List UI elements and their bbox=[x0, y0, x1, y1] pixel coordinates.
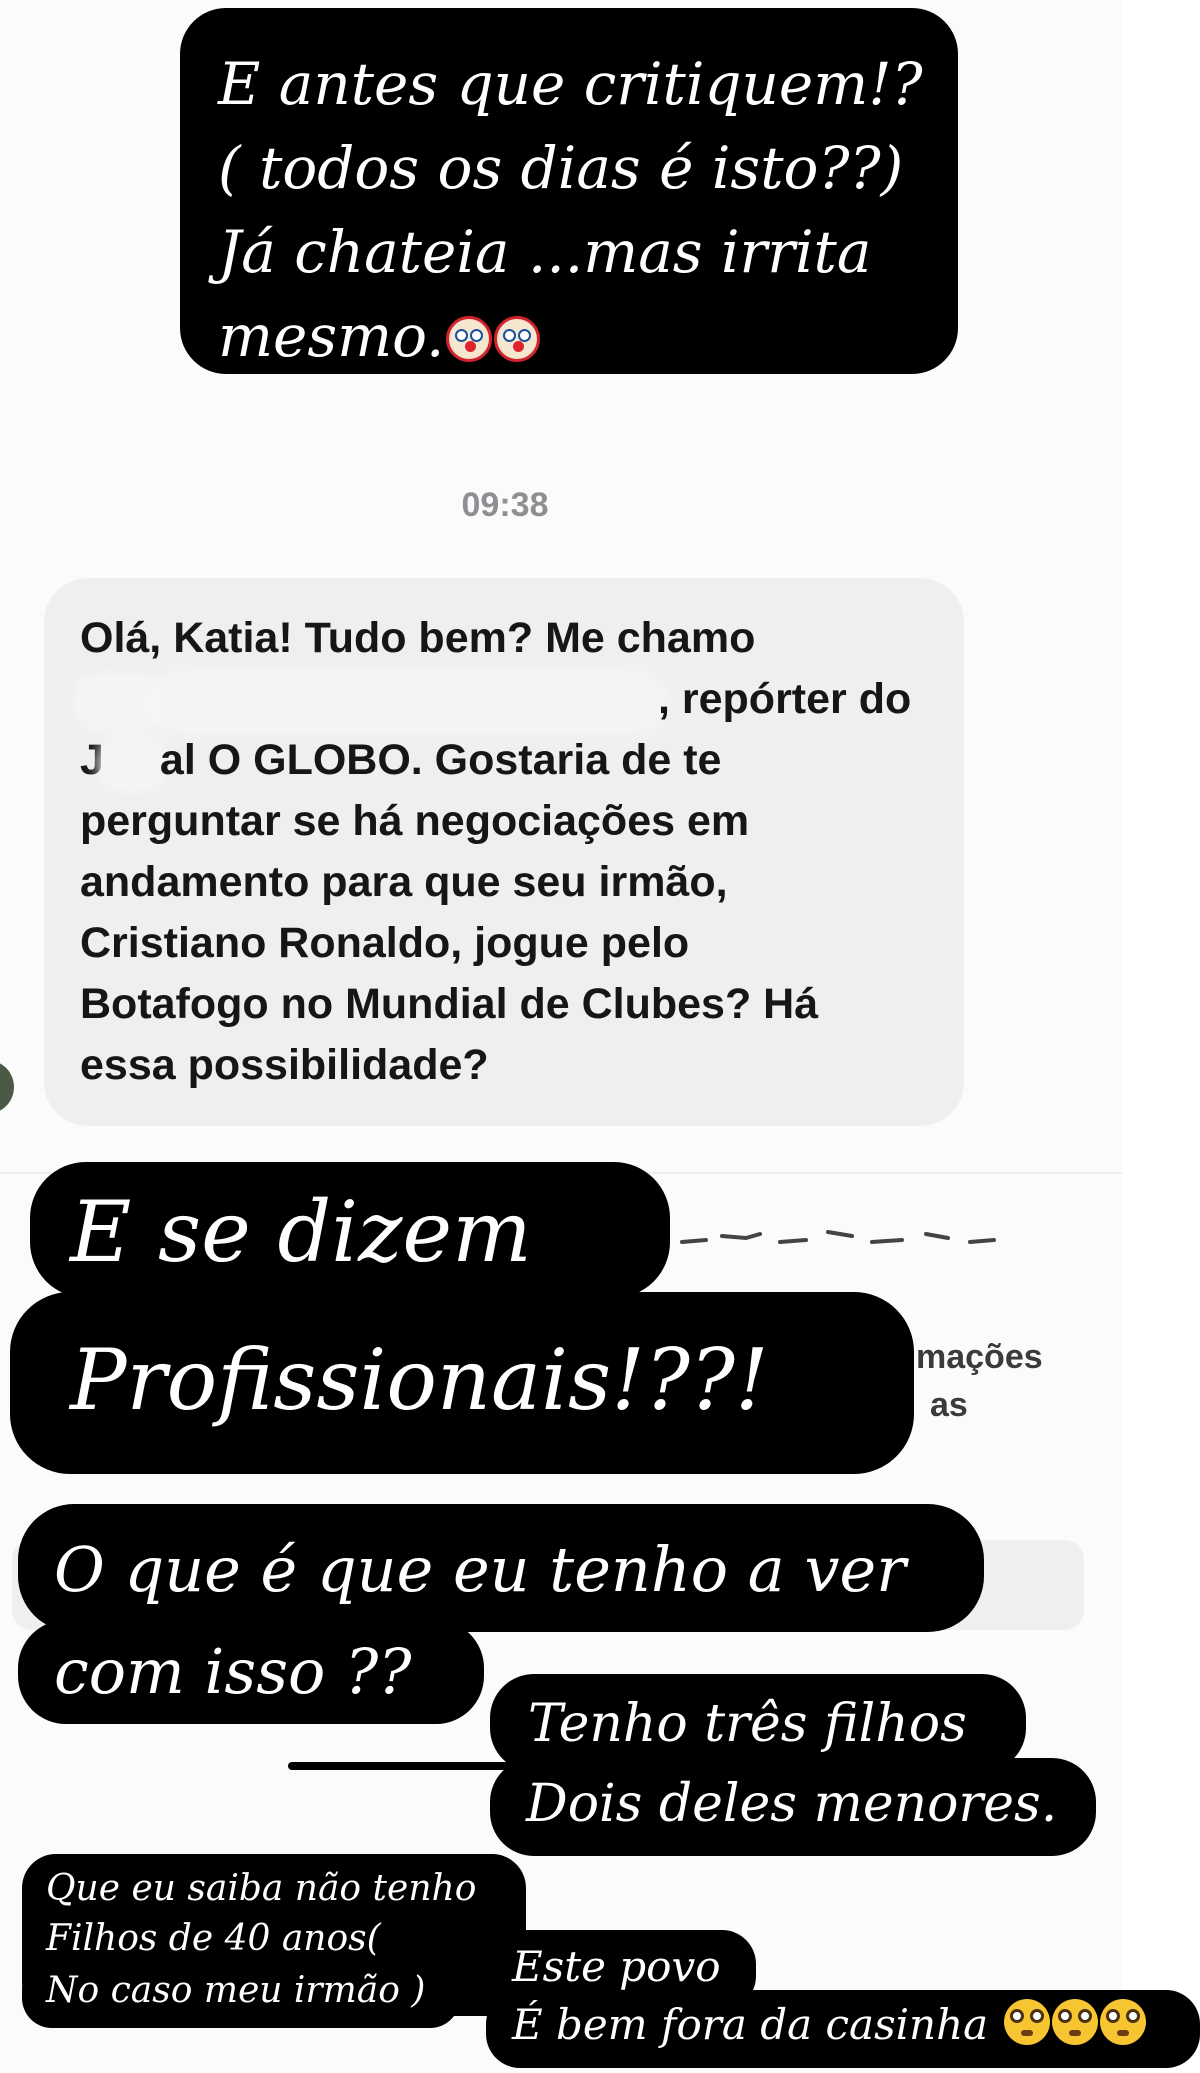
text-overlay-note: É bem fora da casinha bbox=[486, 1990, 1200, 2068]
note-line: E se dizem bbox=[70, 1183, 532, 1281]
note-line: com isso ?? bbox=[54, 1635, 412, 1708]
note-line: Já chateia ...mas irrita bbox=[218, 218, 872, 286]
flushed-face-icon bbox=[1099, 1999, 1146, 2045]
redaction-mark bbox=[158, 678, 658, 725]
clown-face-icon bbox=[494, 316, 541, 362]
story-screenshot: 09:38 Olá, Katia! Tudo bem? Me chamo , r… bbox=[0, 0, 1200, 2073]
note-line: E antes que critiquem!? bbox=[218, 50, 923, 118]
note-line: No caso meu irmão ) bbox=[46, 1970, 426, 2011]
message-timestamp: 09:38 bbox=[461, 486, 549, 524]
redacted-name-scribble bbox=[680, 1230, 996, 1244]
text-overlay-note: Dois deles menores. bbox=[490, 1758, 1096, 1856]
clown-face-icon bbox=[446, 316, 493, 362]
message-line: , repórter do bbox=[658, 675, 912, 723]
note-line: O que é que eu tenho a ver bbox=[54, 1533, 906, 1606]
note-line: Filhos de 40 anos( bbox=[46, 1918, 381, 1959]
message-line: Cristiano Ronaldo, jogue pelo bbox=[80, 919, 690, 967]
note-line: Tenho três filhos bbox=[528, 1694, 967, 1754]
message-line-prefix: J bbox=[80, 736, 104, 784]
redaction-mark bbox=[103, 740, 160, 785]
message-line: Olá, Katia! Tudo bem? Me chamo bbox=[80, 614, 756, 662]
received-message-bubble[interactable]: Olá, Katia! Tudo bem? Me chamo , repórte… bbox=[44, 578, 964, 1126]
flushed-face-icon bbox=[1051, 1999, 1098, 2045]
message-line: andamento para que seu irmão, bbox=[80, 858, 728, 906]
divider-stroke bbox=[288, 1762, 518, 1770]
note-line: É bem fora da casinha bbox=[512, 2000, 989, 2049]
partial-text: as bbox=[930, 1386, 968, 1424]
redaction-mark bbox=[80, 679, 158, 724]
note-line: Profissionais!??! bbox=[70, 1331, 769, 1429]
text-overlay-note: No caso meu irmão ) bbox=[22, 1960, 460, 2028]
text-overlay-note: E se dizem bbox=[30, 1162, 670, 1298]
partial-text: mações bbox=[916, 1338, 1043, 1376]
note-line: Que eu saiba não tenho bbox=[46, 1868, 477, 1909]
story-margin bbox=[1122, 0, 1200, 2073]
text-overlay-note: Profissionais!??! bbox=[10, 1292, 914, 1474]
message-line: perguntar se há negociações em bbox=[80, 797, 750, 845]
message-line: essa possibilidade? bbox=[80, 1041, 489, 1089]
note-line: ( todos os dias é isto??) bbox=[218, 134, 904, 202]
note-line: Dois deles menores. bbox=[526, 1774, 1058, 1834]
message-line: Botafogo no Mundial de Clubes? Há bbox=[80, 980, 819, 1028]
flushed-face-icon bbox=[1003, 1999, 1050, 2045]
note-line: mesmo. bbox=[218, 302, 445, 370]
message-line: al O GLOBO. Gostaria de te bbox=[159, 736, 722, 784]
text-overlay-note: com isso ?? bbox=[18, 1620, 484, 1724]
text-overlay-note: E antes que critiquem!? ( todos os dias … bbox=[180, 8, 958, 374]
text-overlay-note: O que é que eu tenho a ver bbox=[18, 1504, 984, 1632]
note-line: Este povo bbox=[512, 1942, 721, 1991]
